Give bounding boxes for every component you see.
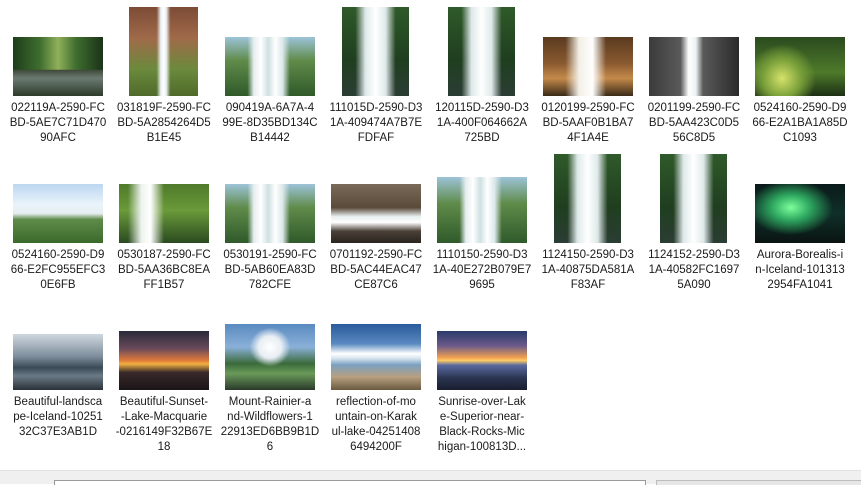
file-item[interactable]: 090419A-6A7A-4 99E-8D35BD134C B14442 [218, 7, 322, 157]
file-item[interactable]: 031819F-2590-FC BD-5A2854264D5 B1E45 [112, 7, 216, 157]
image-thumbnail [342, 7, 409, 96]
file-name: Beautiful-Sunset- -Lake-Macquarie -02161… [115, 396, 213, 453]
file-name: Mount-Rainier-a nd-Wildflowers-1 22913ED… [220, 396, 320, 453]
image-thumbnail [649, 37, 739, 96]
file-item[interactable]: Aurora-Borealis-i n-Iceland-101313 2954F… [748, 154, 852, 304]
file-name: 1124152-2590-D3 1A-40582FC1697 5A090 [648, 249, 740, 291]
file-item[interactable]: 0201199-2590-FC BD-5AA423C0D5 56C8D5 [642, 7, 746, 157]
image-thumbnail [225, 184, 315, 243]
image-thumbnail [225, 37, 315, 96]
file-item[interactable]: Sunrise-over-Lak e-Superior-near- Black-… [430, 301, 534, 461]
file-name: 120115D-2590-D3 1A-400F064662A 725BD [435, 102, 529, 144]
file-thumbnail-grid: 022119A-2590-FC BD-5AE7C71D470 90AFC 031… [0, 0, 861, 470]
file-name: 0524160-2590-D9 66-E2FC955EFC3 0E6FB [10, 249, 106, 291]
file-item[interactable]: 1124150-2590-D3 1A-40875DA581A F83AF [536, 154, 640, 304]
file-name: 1124150-2590-D3 1A-40875DA581A F83AF [541, 249, 635, 291]
image-thumbnail [13, 37, 103, 96]
file-item[interactable]: 0120199-2590-FC BD-5AAF0B1BA7 4F1A4E [536, 7, 640, 157]
image-thumbnail [437, 177, 527, 243]
file-item[interactable]: 1110150-2590-D3 1A-40E272B079E7 9695 [430, 154, 534, 304]
image-thumbnail [13, 334, 103, 390]
file-item[interactable]: Beautiful-Sunset- -Lake-Macquarie -02161… [112, 301, 216, 461]
image-thumbnail [437, 331, 527, 390]
file-name: 0530187-2590-FC BD-5AA36BC8EA FF1B57 [117, 249, 211, 291]
image-thumbnail [448, 7, 515, 96]
image-thumbnail [13, 184, 103, 243]
file-name: Beautiful-landsca pe-Iceland-10251 32C37… [13, 396, 103, 438]
image-thumbnail [660, 154, 727, 243]
file-item[interactable]: 0701192-2590-FC BD-5AC44EAC47 CE87C6 [324, 154, 428, 304]
file-item[interactable]: Beautiful-landsca pe-Iceland-10251 32C37… [6, 301, 110, 461]
file-item[interactable]: Mount-Rainier-a nd-Wildflowers-1 22913ED… [218, 301, 322, 461]
file-item[interactable]: 111015D-2590-D3 1A-409474A7B7E FDFAF [324, 7, 428, 157]
file-name: Aurora-Borealis-i n-Iceland-101313 2954F… [755, 249, 845, 291]
file-name: 090419A-6A7A-4 99E-8D35BD134C B14442 [222, 102, 318, 144]
file-item[interactable]: 0530187-2590-FC BD-5AA36BC8EA FF1B57 [112, 154, 216, 304]
file-name: 031819F-2590-FC BD-5A2854264D5 B1E45 [117, 102, 211, 144]
image-thumbnail [119, 331, 209, 390]
image-thumbnail [129, 7, 198, 96]
file-item[interactable]: 120115D-2590-D3 1A-400F064662A 725BD [430, 7, 534, 157]
horizontal-scrollbar[interactable] [0, 470, 861, 485]
file-name: 0701192-2590-FC BD-5AC44EAC47 CE87C6 [329, 249, 423, 291]
file-name: 111015D-2590-D3 1A-409474A7B7E FDFAF [329, 102, 423, 144]
image-thumbnail [119, 184, 209, 243]
file-name: 0201199-2590-FC BD-5AA423C0D5 56C8D5 [647, 102, 741, 144]
file-item[interactable]: 1124152-2590-D3 1A-40582FC1697 5A090 [642, 154, 746, 304]
image-thumbnail [554, 154, 621, 243]
image-thumbnail [225, 324, 315, 390]
file-item[interactable]: 022119A-2590-FC BD-5AE7C71D470 90AFC [6, 7, 110, 157]
file-name: 0524160-2590-D9 66-E2A1BA1A85D C1093 [752, 102, 848, 144]
image-thumbnail [331, 324, 421, 390]
file-name: Sunrise-over-Lak e-Superior-near- Black-… [437, 396, 527, 453]
file-name: reflection-of-mo untain-on-Karak ul-lake… [331, 396, 421, 453]
file-item[interactable]: 0530191-2590-FC BD-5AB60EA83D 782CFE [218, 154, 322, 304]
image-thumbnail [543, 37, 633, 96]
image-thumbnail [755, 184, 845, 243]
file-item[interactable]: 0524160-2590-D9 66-E2FC955EFC3 0E6FB [6, 154, 110, 304]
file-item[interactable]: 0524160-2590-D9 66-E2A1BA1A85D C1093 [748, 7, 852, 157]
file-name: 1110150-2590-D3 1A-40E272B079E7 9695 [432, 249, 532, 291]
image-thumbnail [755, 37, 845, 96]
file-name: 022119A-2590-FC BD-5AE7C71D470 90AFC [9, 102, 107, 144]
file-name: 0120199-2590-FC BD-5AAF0B1BA7 4F1A4E [541, 102, 635, 144]
file-item[interactable]: reflection-of-mo untain-on-Karak ul-lake… [324, 301, 428, 461]
image-thumbnail [331, 184, 421, 243]
file-name: 0530191-2590-FC BD-5AB60EA83D 782CFE [223, 249, 317, 291]
